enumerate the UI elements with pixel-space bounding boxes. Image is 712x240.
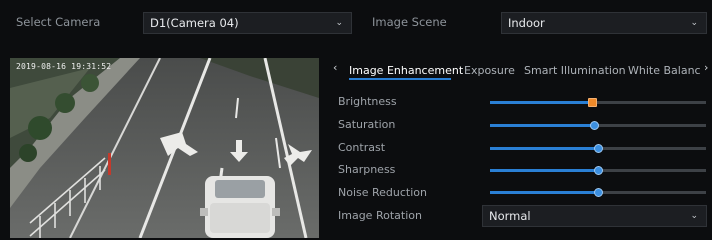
brightness-label: Brightness xyxy=(338,95,397,108)
slider-fill xyxy=(490,124,594,127)
tab-image-enhancement[interactable]: Image Enhancement xyxy=(349,64,463,77)
slider-fill xyxy=(490,147,598,150)
slider-handle[interactable] xyxy=(594,166,603,175)
chevron-down-icon: ⌄ xyxy=(335,18,343,28)
saturation-slider[interactable] xyxy=(490,121,706,130)
slider-handle[interactable] xyxy=(594,188,603,197)
saturation-label: Saturation xyxy=(338,118,396,131)
sharpness-slider[interactable] xyxy=(490,166,706,175)
brightness-slider[interactable] xyxy=(490,98,706,107)
slider-fill xyxy=(490,101,592,104)
video-timestamp: 2019-08-16 19:31:52 xyxy=(16,62,112,71)
camera-select-value: D1(Camera 04) xyxy=(150,16,239,30)
top-toolbar: Select Camera D1(Camera 04) ⌄ Image Scen… xyxy=(0,0,712,42)
slider-fill xyxy=(490,191,598,194)
slider-handle[interactable] xyxy=(590,121,599,130)
tab-white-balance[interactable]: White Balanc xyxy=(628,64,701,77)
slider-fill xyxy=(490,169,598,172)
camera-select[interactable]: D1(Camera 04) ⌄ xyxy=(143,12,352,34)
tab-scroll-left-icon[interactable]: ‹ xyxy=(333,61,337,74)
noise-reduction-label: Noise Reduction xyxy=(338,186,427,199)
select-camera-label: Select Camera xyxy=(16,15,101,29)
image-rotation-value: Normal xyxy=(489,209,531,223)
contrast-slider[interactable] xyxy=(490,144,706,153)
scene-select-value: Indoor xyxy=(508,16,545,30)
tab-exposure[interactable]: Exposure xyxy=(464,64,515,77)
chevron-down-icon: ⌄ xyxy=(690,18,698,28)
camera-scene-image xyxy=(10,58,319,238)
sharpness-label: Sharpness xyxy=(338,163,396,176)
contrast-label: Contrast xyxy=(338,141,386,154)
chevron-down-icon: ⌄ xyxy=(690,211,698,221)
image-rotation-select[interactable]: Normal ⌄ xyxy=(482,205,707,227)
image-scene-label: Image Scene xyxy=(372,15,447,29)
noise-reduction-slider[interactable] xyxy=(490,188,706,197)
slider-handle[interactable] xyxy=(588,98,597,107)
scene-select[interactable]: Indoor ⌄ xyxy=(501,12,707,34)
tab-smart-illumination[interactable]: Smart Illumination xyxy=(524,64,626,77)
active-tab-indicator xyxy=(349,78,451,80)
live-video-preview: 2019-08-16 19:31:52 xyxy=(10,58,319,238)
tab-scroll-right-icon[interactable]: › xyxy=(704,61,708,74)
slider-handle[interactable] xyxy=(594,144,603,153)
image-rotation-label: Image Rotation xyxy=(338,209,422,222)
